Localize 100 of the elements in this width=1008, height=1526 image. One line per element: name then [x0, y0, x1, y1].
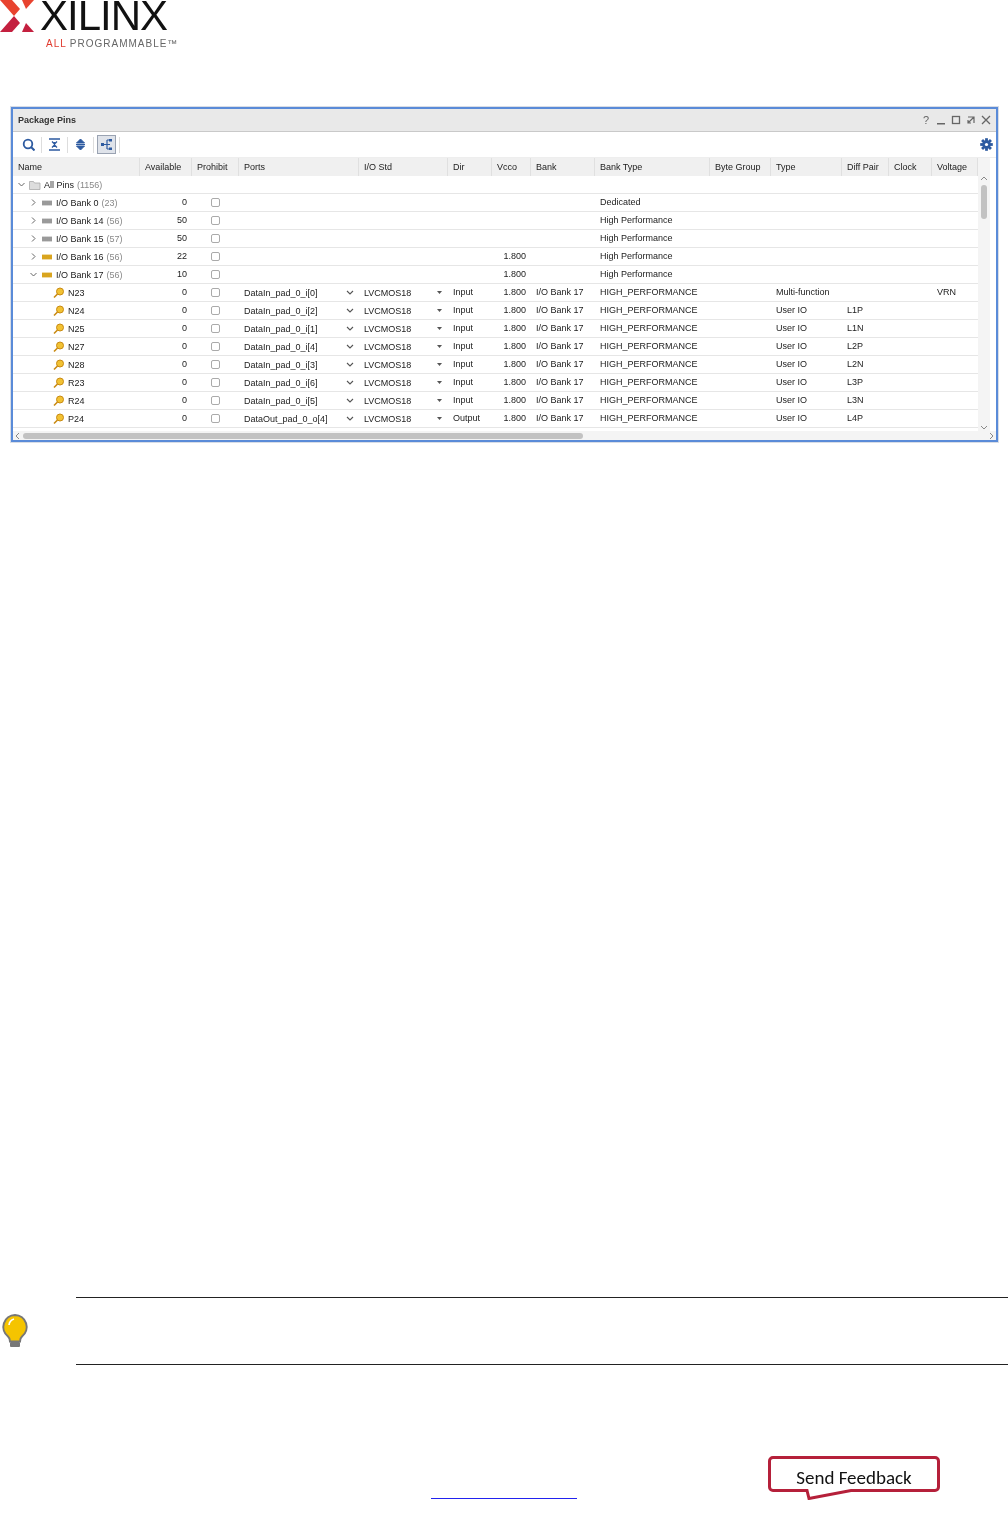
io-standard-dropdown[interactable]: LVCMOS18	[359, 284, 448, 301]
prohibit-checkbox[interactable]	[211, 198, 220, 207]
prohibit-checkbox[interactable]	[211, 234, 220, 243]
table-cell-text: L3P	[846, 376, 864, 389]
table-cell-text: I/O Bank 17	[535, 412, 585, 425]
prohibit-checkbox[interactable]	[211, 252, 220, 261]
column-header[interactable]: Vcco	[492, 158, 531, 176]
prohibit-checkbox[interactable]	[211, 360, 220, 369]
column-header[interactable]: Available	[140, 158, 192, 176]
folder-icon	[29, 179, 41, 190]
chevron-right-icon[interactable]	[29, 234, 38, 243]
row-name[interactable]: N28	[68, 359, 85, 370]
chevron-right-icon[interactable]	[29, 198, 38, 207]
settings-icon[interactable]	[980, 138, 993, 151]
table-cell-text: L4P	[846, 412, 864, 425]
port-dropdown[interactable]: DataIn_pad_0_i[3]	[239, 356, 359, 373]
send-feedback-button[interactable]: Send Feedback	[768, 1456, 940, 1500]
row-name[interactable]: I/O Bank 14	[56, 215, 104, 226]
table-cell-text: User IO	[775, 304, 808, 317]
port-dropdown[interactable]: DataIn_pad_0_i[5]	[239, 392, 359, 409]
lightbulb-icon	[0, 1313, 30, 1349]
chevron-right-icon[interactable]	[29, 252, 38, 261]
io-standard-dropdown[interactable]: LVCMOS18	[359, 410, 448, 427]
scroll-down-icon[interactable]	[980, 425, 988, 431]
table-cell-text: I/O Bank 17	[535, 340, 585, 353]
row-name[interactable]: I/O Bank 0	[56, 197, 99, 208]
scroll-left-icon[interactable]	[15, 431, 21, 440]
column-header[interactable]: Type	[771, 158, 842, 176]
prohibit-checkbox[interactable]	[211, 342, 220, 351]
column-header[interactable]: I/O Std	[359, 158, 448, 176]
table-cell-text: 0	[181, 376, 188, 389]
prohibit-checkbox[interactable]	[211, 378, 220, 387]
row-name[interactable]: I/O Bank 16	[56, 251, 104, 262]
port-dropdown[interactable]: DataIn_pad_0_i[2]	[239, 302, 359, 319]
help-button[interactable]: ?	[922, 114, 929, 126]
port-dropdown[interactable]: DataOut_pad_0_o[4]	[239, 410, 359, 427]
chevron-down-icon	[346, 307, 354, 314]
scroll-right-icon[interactable]	[988, 431, 994, 440]
prohibit-checkbox[interactable]	[211, 324, 220, 333]
table-cell-text: User IO	[775, 322, 808, 335]
table-cell-text: 1.800	[502, 412, 527, 425]
prohibit-checkbox[interactable]	[211, 306, 220, 315]
io-standard-dropdown[interactable]: LVCMOS18	[359, 302, 448, 319]
prohibit-checkbox[interactable]	[211, 288, 220, 297]
row-name[interactable]: N27	[68, 341, 85, 352]
pin-count: (56)	[106, 269, 123, 280]
close-icon[interactable]	[980, 114, 992, 126]
column-header[interactable]: Bank Type	[595, 158, 710, 176]
chevron-right-icon[interactable]	[29, 216, 38, 225]
table-cell-text: 10	[176, 268, 188, 281]
row-name[interactable]: R24	[68, 395, 85, 406]
group-by-button[interactable]	[97, 135, 116, 154]
row-name[interactable]: I/O Bank 17	[56, 269, 104, 280]
column-header[interactable]: Prohibit	[192, 158, 239, 176]
float-icon[interactable]	[965, 114, 977, 126]
row-name[interactable]: I/O Bank 15	[56, 233, 104, 244]
column-header[interactable]: Diff Pair	[842, 158, 889, 176]
column-header[interactable]: Bank	[531, 158, 595, 176]
row-name[interactable]: All Pins	[44, 179, 74, 190]
chevron-down-icon[interactable]	[17, 180, 26, 189]
table-cell-text: User IO	[775, 412, 808, 425]
table-cell-text: L2N	[846, 358, 865, 371]
pin-count: (23)	[101, 197, 118, 208]
port-dropdown[interactable]: DataIn_pad_0_i[1]	[239, 320, 359, 337]
port-dropdown[interactable]: DataIn_pad_0_i[4]	[239, 338, 359, 355]
row-name[interactable]: P24	[68, 413, 84, 424]
column-header[interactable]: Byte Group	[710, 158, 771, 176]
prohibit-checkbox[interactable]	[211, 414, 220, 423]
prohibit-checkbox[interactable]	[211, 216, 220, 225]
scroll-up-icon[interactable]	[980, 176, 988, 182]
io-standard-dropdown[interactable]: LVCMOS18	[359, 320, 448, 337]
row-name[interactable]: N25	[68, 323, 85, 334]
column-header[interactable]: Name	[13, 158, 140, 176]
maximize-icon[interactable]	[950, 114, 962, 126]
column-header[interactable]: Clock	[889, 158, 932, 176]
horizontal-scrollbar-thumb[interactable]	[23, 432, 583, 439]
vertical-scrollbar-thumb[interactable]	[981, 185, 987, 219]
caret-icon	[436, 397, 443, 404]
prohibit-checkbox[interactable]	[211, 270, 220, 279]
row-name[interactable]: N24	[68, 305, 85, 316]
collapse-icon	[48, 138, 61, 151]
table-cell-text: 22	[176, 250, 188, 263]
search-icon	[22, 138, 35, 151]
io-standard-dropdown[interactable]: LVCMOS18	[359, 392, 448, 409]
port-dropdown[interactable]: DataIn_pad_0_i[0]	[239, 284, 359, 301]
row-name[interactable]: N23	[68, 287, 85, 298]
io-standard-dropdown[interactable]: LVCMOS18	[359, 356, 448, 373]
io-standard-dropdown[interactable]: LVCMOS18	[359, 338, 448, 355]
column-header[interactable]: Ports	[239, 158, 359, 176]
table-cell-text: 0	[181, 322, 188, 335]
table-cell-text: Input	[452, 358, 475, 371]
column-header[interactable]: Dir	[448, 158, 492, 176]
pin-icon	[53, 286, 65, 299]
port-dropdown[interactable]: DataIn_pad_0_i[6]	[239, 374, 359, 391]
table-cell-text: High Performance	[599, 250, 674, 263]
io-standard-dropdown[interactable]: LVCMOS18	[359, 374, 448, 391]
prohibit-checkbox[interactable]	[211, 396, 220, 405]
table-cell-text: L2P	[846, 340, 864, 353]
row-name[interactable]: R23	[68, 377, 85, 388]
chevron-down-icon[interactable]	[29, 270, 38, 279]
